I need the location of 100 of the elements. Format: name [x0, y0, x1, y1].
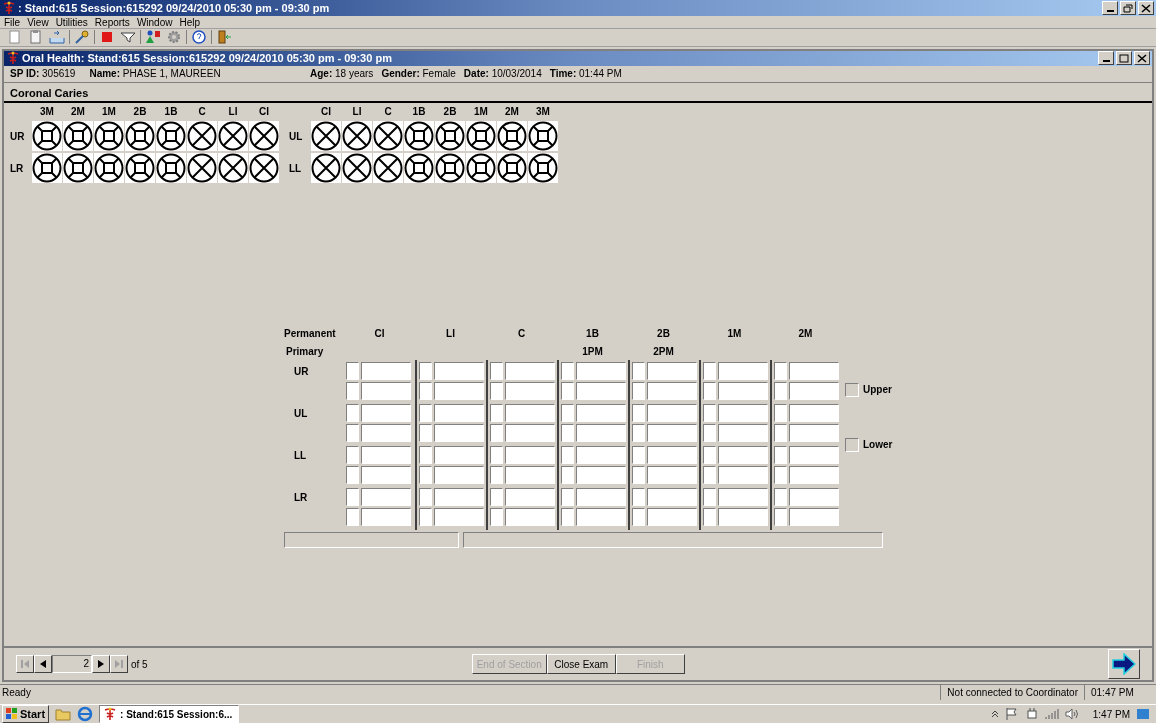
code-field[interactable] [561, 404, 574, 423]
tooth-icon[interactable] [32, 121, 62, 152]
people-icon[interactable] [144, 29, 162, 46]
tooth-icon[interactable] [63, 153, 93, 184]
code-field[interactable] [632, 446, 645, 465]
code-field[interactable] [632, 362, 645, 381]
code-field[interactable] [561, 424, 574, 443]
text-field[interactable] [647, 466, 697, 485]
text-field[interactable] [576, 362, 626, 381]
code-field[interactable] [561, 382, 574, 401]
tooth-icon[interactable] [373, 153, 403, 184]
tooth-icon[interactable] [466, 153, 496, 184]
page-field[interactable]: 2 [52, 655, 92, 673]
tooth-icon[interactable] [63, 121, 93, 152]
text-field[interactable] [434, 508, 484, 527]
code-field[interactable] [632, 424, 645, 443]
code-field[interactable] [703, 446, 716, 465]
text-field[interactable] [718, 382, 768, 401]
chevron-up-icon[interactable] [990, 709, 999, 719]
code-field[interactable] [632, 466, 645, 485]
show-desktop-icon[interactable] [1136, 707, 1150, 721]
code-field[interactable] [703, 466, 716, 485]
code-field[interactable] [419, 404, 432, 423]
next-page-button[interactable] [92, 655, 110, 673]
tooth-icon[interactable] [94, 153, 124, 184]
text-field[interactable] [789, 488, 839, 507]
text-field[interactable] [576, 404, 626, 423]
text-field[interactable] [361, 424, 411, 443]
tooth-icon[interactable] [156, 153, 186, 184]
text-field[interactable] [505, 404, 555, 423]
text-field[interactable] [647, 446, 697, 465]
text-field[interactable] [505, 424, 555, 443]
code-field[interactable] [561, 446, 574, 465]
text-field[interactable] [789, 362, 839, 381]
text-field[interactable] [505, 446, 555, 465]
tooth-icon[interactable] [373, 121, 403, 152]
exit-door-icon[interactable] [215, 29, 233, 46]
code-field[interactable] [490, 446, 503, 465]
code-field[interactable] [419, 424, 432, 443]
text-field[interactable] [718, 404, 768, 423]
text-field[interactable] [434, 466, 484, 485]
key-icon[interactable] [73, 29, 91, 46]
code-field[interactable] [346, 362, 359, 381]
tooth-icon[interactable] [497, 153, 527, 184]
tooth-icon[interactable] [435, 153, 465, 184]
text-field[interactable] [576, 508, 626, 527]
code-field[interactable] [561, 508, 574, 527]
code-field[interactable] [490, 424, 503, 443]
code-field[interactable] [346, 466, 359, 485]
menu-item[interactable]: File [4, 14, 21, 30]
code-field[interactable] [490, 488, 503, 507]
code-field[interactable] [490, 404, 503, 423]
import-tray-icon[interactable] [48, 29, 66, 46]
text-field[interactable] [434, 362, 484, 381]
text-field[interactable] [647, 404, 697, 423]
menu-item[interactable]: Utilities [55, 14, 88, 30]
menu-item[interactable]: Reports [94, 14, 130, 30]
text-field[interactable] [361, 362, 411, 381]
code-field[interactable] [419, 362, 432, 381]
code-field[interactable] [346, 382, 359, 401]
restore-button[interactable] [1120, 1, 1136, 15]
code-field[interactable] [774, 446, 787, 465]
close-button[interactable] [1134, 51, 1150, 66]
action-button[interactable]: Close Exam [546, 654, 616, 674]
code-field[interactable] [561, 488, 574, 507]
tooth-icon[interactable] [187, 121, 217, 152]
code-field[interactable] [632, 488, 645, 507]
text-field[interactable] [505, 466, 555, 485]
text-field[interactable] [434, 488, 484, 507]
code-field[interactable] [632, 404, 645, 423]
text-field[interactable] [647, 488, 697, 507]
tooth-icon[interactable] [32, 153, 62, 184]
code-field[interactable] [632, 508, 645, 527]
code-field[interactable] [419, 488, 432, 507]
next-button[interactable] [1108, 649, 1140, 679]
text-field[interactable] [505, 362, 555, 381]
tooth-icon[interactable] [311, 153, 341, 184]
text-field[interactable] [789, 424, 839, 443]
minimize-button[interactable] [1102, 1, 1118, 15]
code-field[interactable] [346, 488, 359, 507]
code-field[interactable] [774, 508, 787, 527]
filter-icon[interactable] [119, 29, 137, 46]
code-field[interactable] [419, 446, 432, 465]
code-field[interactable] [774, 424, 787, 443]
code-field[interactable] [490, 466, 503, 485]
tooth-icon[interactable] [311, 121, 341, 152]
code-field[interactable] [490, 382, 503, 401]
code-field[interactable] [774, 466, 787, 485]
text-field[interactable] [576, 424, 626, 443]
text-field[interactable] [505, 508, 555, 527]
code-field[interactable] [419, 508, 432, 527]
tooth-icon[interactable] [342, 153, 372, 184]
tooth-icon[interactable] [125, 153, 155, 184]
tooth-icon[interactable] [497, 121, 527, 152]
text-field[interactable] [576, 382, 626, 401]
flag-icon[interactable] [1004, 707, 1019, 721]
start-button[interactable]: Start [2, 705, 50, 723]
checkbox[interactable] [845, 437, 859, 452]
help-icon[interactable] [190, 29, 208, 46]
code-field[interactable] [419, 382, 432, 401]
